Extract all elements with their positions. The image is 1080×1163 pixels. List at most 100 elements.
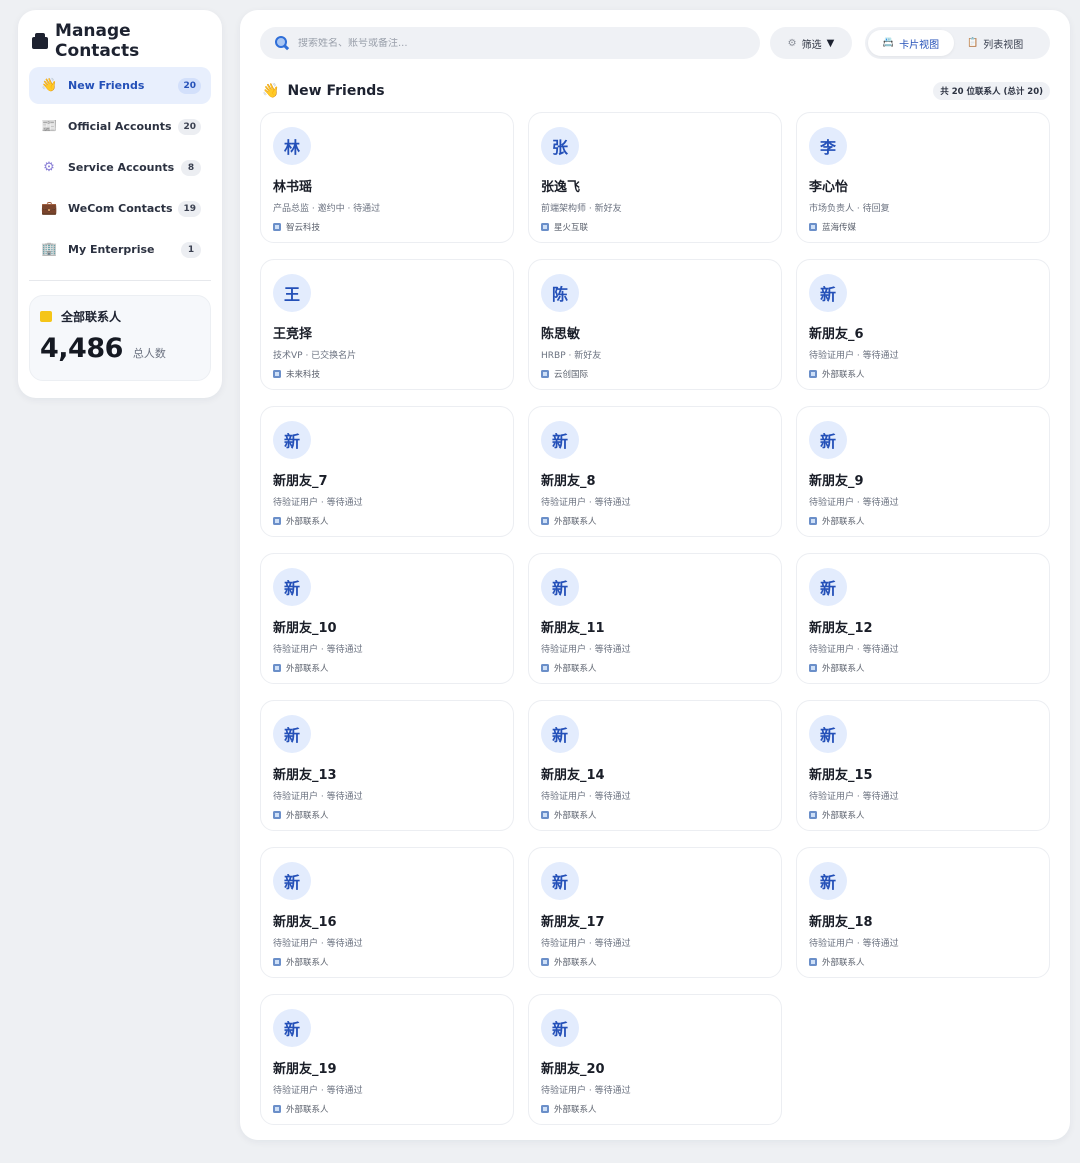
contact-card[interactable]: 新新朋友_19 待验证用户 · 等待通过 外部联系人 xyxy=(260,994,514,1125)
newspaper-icon: 📰 xyxy=(41,118,58,134)
contact-organization: 外部联系人 xyxy=(809,515,1037,527)
organization-label: 外部联系人 xyxy=(286,958,329,968)
count-badge: 20 xyxy=(178,118,201,135)
avatar: 新 xyxy=(273,862,311,900)
contact-description: 市场负责人 · 待回复 xyxy=(809,204,890,214)
avatar: 陈 xyxy=(541,274,579,312)
contact-organization: 外部联系人 xyxy=(541,515,769,527)
building-icon: 🏢 xyxy=(41,241,58,257)
notepad-icon xyxy=(40,311,52,322)
contact-organization: 外部联系人 xyxy=(809,368,1037,380)
count-badge: 20 xyxy=(178,77,201,94)
building-icon xyxy=(541,517,549,525)
sidebar-item-service-accounts[interactable]: ⚙ Service Accounts 8 xyxy=(29,149,211,186)
contact-description: 待验证用户 · 等待通过 xyxy=(273,645,363,655)
gear-icon: ⚙ xyxy=(787,37,797,49)
contact-card[interactable]: 新新朋友_16 待验证用户 · 等待通过 外部联系人 xyxy=(260,847,514,978)
building-icon xyxy=(809,811,817,819)
card-view-icon: 📇 xyxy=(882,38,895,48)
contacts-count-badge: 共 20 位联系人 (总计 20) xyxy=(933,82,1050,100)
main-panel: ⚙ 筛选 ▼ 📇 卡片视图 📋 列表视图 👋 New Friends 共 20 … xyxy=(240,10,1070,1140)
card-view-button[interactable]: 📇 卡片视图 xyxy=(868,30,954,56)
sidebar-item-label: Service Accounts xyxy=(68,161,175,174)
contact-card[interactable]: 新新朋友_15 待验证用户 · 等待通过 外部联系人 xyxy=(796,700,1050,831)
contact-card[interactable]: 新新朋友_12 待验证用户 · 等待通过 外部联系人 xyxy=(796,553,1050,684)
building-icon xyxy=(541,370,549,378)
section-title: New Friends xyxy=(287,83,385,99)
sidebar-item-wecom-contacts[interactable]: 💼 WeCom Contacts 19 xyxy=(29,190,211,227)
building-icon xyxy=(273,517,281,525)
contact-card[interactable]: 新新朋友_17 待验证用户 · 等待通过 外部联系人 xyxy=(528,847,782,978)
total-contacts-value: 4,486 xyxy=(40,333,123,364)
contact-card[interactable]: 林林书瑶 产品总监 · 邀约中 · 待通过 智云科技 xyxy=(260,112,514,243)
sidebar-item-official-accounts[interactable]: 📰 Official Accounts 20 xyxy=(29,108,211,145)
contact-name: 王竞择 xyxy=(273,327,313,342)
list-view-icon: 📋 xyxy=(967,38,979,48)
avatar: 新 xyxy=(809,421,847,459)
contact-card[interactable]: 王王竞择 技术VP · 已交换名片 未来科技 xyxy=(260,259,514,390)
sidebar: Manage Contacts 👋 New Friends 20 📰 Offic… xyxy=(18,10,222,398)
avatar: 新 xyxy=(541,421,579,459)
contact-card[interactable]: 陈陈思敏 HRBP · 新好友 云创国际 xyxy=(528,259,782,390)
building-icon xyxy=(541,1105,549,1113)
contact-card[interactable]: 新新朋友_10 待验证用户 · 等待通过 外部联系人 xyxy=(260,553,514,684)
filter-button[interactable]: ⚙ 筛选 ▼ xyxy=(770,27,852,59)
contact-card[interactable]: 新新朋友_14 待验证用户 · 等待通过 外部联系人 xyxy=(528,700,782,831)
organization-label: 外部联系人 xyxy=(822,811,865,821)
contact-card[interactable]: 新新朋友_6 待验证用户 · 等待通过 外部联系人 xyxy=(796,259,1050,390)
contact-grid: 林林书瑶 产品总监 · 邀约中 · 待通过 智云科技张张逸飞 前端架构师 · 新好友星… xyxy=(260,112,1050,1125)
waving-hand-icon: 👋 xyxy=(41,77,58,93)
avatar: 新 xyxy=(541,1009,579,1047)
contact-card[interactable]: 新新朋友_7 待验证用户 · 等待通过 外部联系人 xyxy=(260,406,514,537)
contact-card[interactable]: 新新朋友_18 待验证用户 · 等待通过 外部联系人 xyxy=(796,847,1050,978)
contact-name: 新朋友_14 xyxy=(541,768,605,783)
contact-name: 陈思敏 xyxy=(541,327,581,342)
contact-card[interactable]: 李李心怡 市场负责人 · 待回复 蓝海传媒 xyxy=(796,112,1050,243)
contact-card[interactable]: 新新朋友_9 待验证用户 · 等待通过 外部联系人 xyxy=(796,406,1050,537)
contact-card[interactable]: 张张逸飞 前端架构师 · 新好友 星火互联 xyxy=(528,112,782,243)
building-icon xyxy=(809,370,817,378)
contact-name: 新朋友_11 xyxy=(541,621,605,636)
chevron-down-icon: ▼ xyxy=(826,37,835,49)
sidebar-item-new-friends[interactable]: 👋 New Friends 20 xyxy=(29,67,211,104)
contact-name: 新朋友_17 xyxy=(541,915,605,930)
contact-name: 新朋友_16 xyxy=(273,915,337,930)
avatar: 新 xyxy=(541,568,579,606)
contact-name: 新朋友_7 xyxy=(273,474,328,489)
contact-name: 新朋友_12 xyxy=(809,621,873,636)
organization-label: 外部联系人 xyxy=(822,370,865,380)
contact-organization: 未来科技 xyxy=(273,368,501,380)
card-view-label: 卡片视图 xyxy=(899,39,940,51)
building-icon xyxy=(541,958,549,966)
contact-card[interactable]: 新新朋友_8 待验证用户 · 等待通过 外部联系人 xyxy=(528,406,782,537)
building-icon xyxy=(273,370,281,378)
contact-description: 待验证用户 · 等待通过 xyxy=(541,792,631,802)
sidebar-item-label: New Friends xyxy=(68,79,145,92)
list-view-label: 列表视图 xyxy=(983,39,1024,51)
avatar: 李 xyxy=(809,127,847,165)
list-view-button[interactable]: 📋 列表视图 xyxy=(954,30,1036,56)
contact-card[interactable]: 新新朋友_20 待验证用户 · 等待通过 外部联系人 xyxy=(528,994,782,1125)
search-input[interactable] xyxy=(298,37,738,49)
organization-label: 云创国际 xyxy=(554,370,589,380)
contact-card[interactable]: 新新朋友_11 待验证用户 · 等待通过 外部联系人 xyxy=(528,553,782,684)
contact-organization: 外部联系人 xyxy=(273,956,501,968)
building-icon xyxy=(273,1105,281,1113)
contact-organization: 外部联系人 xyxy=(541,662,769,674)
contact-organization: 外部联系人 xyxy=(273,1103,501,1115)
contact-organization: 外部联系人 xyxy=(541,956,769,968)
building-icon xyxy=(273,664,281,672)
contact-organization: 蓝海传媒 xyxy=(809,221,1037,233)
toolbar: ⚙ 筛选 ▼ 📇 卡片视图 📋 列表视图 xyxy=(260,27,1050,59)
contact-description: HRBP · 新好友 xyxy=(541,351,602,361)
organization-label: 智云科技 xyxy=(286,223,321,233)
building-icon xyxy=(809,664,817,672)
contact-description: 产品总监 · 邀约中 · 待通过 xyxy=(273,204,381,214)
contact-card[interactable]: 新新朋友_13 待验证用户 · 等待通过 外部联系人 xyxy=(260,700,514,831)
contact-description: 前端架构师 · 新好友 xyxy=(541,204,622,214)
organization-label: 外部联系人 xyxy=(554,517,597,527)
search-bar[interactable] xyxy=(260,27,760,59)
sidebar-item-my-enterprise[interactable]: 🏢 My Enterprise 1 xyxy=(29,231,211,268)
avatar: 新 xyxy=(273,1009,311,1047)
avatar: 新 xyxy=(273,715,311,753)
